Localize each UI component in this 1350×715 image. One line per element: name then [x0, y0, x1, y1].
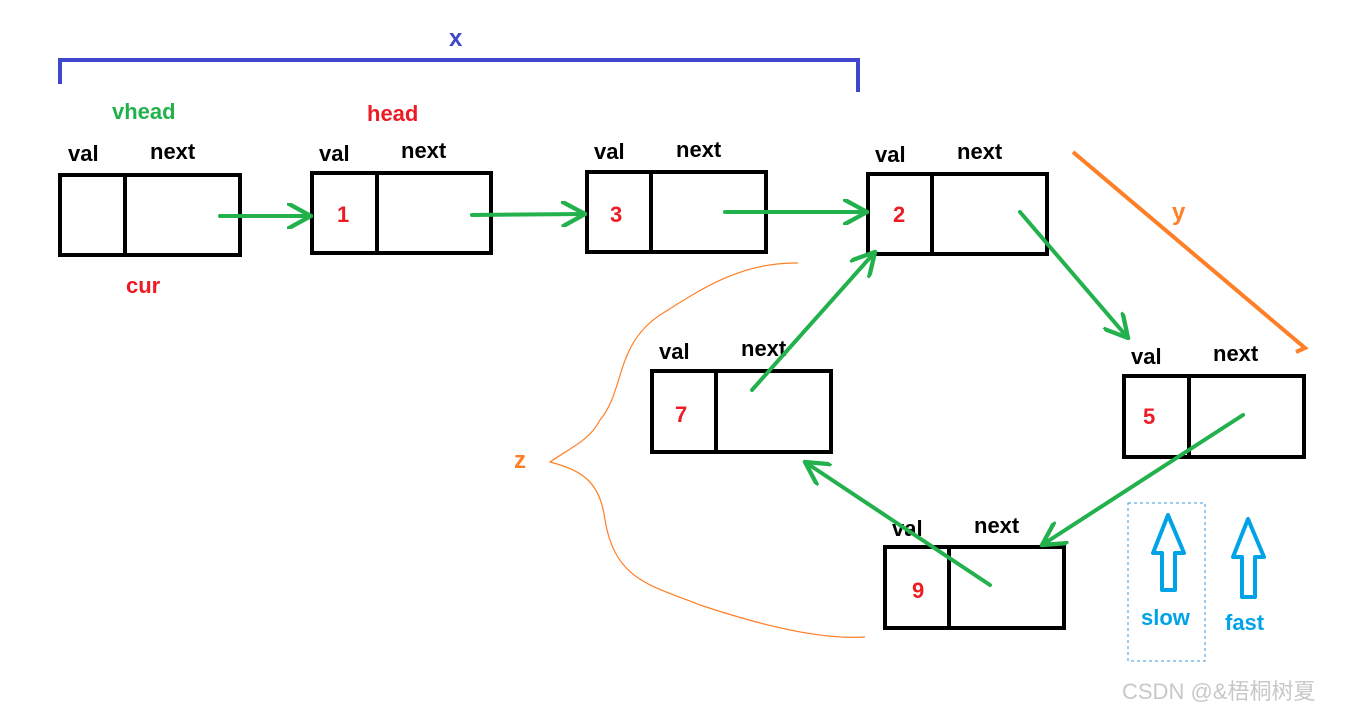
node-value: 2	[893, 202, 905, 227]
next-label: next	[1213, 341, 1259, 366]
node-5: val next 5	[1122, 341, 1306, 459]
next-label: next	[150, 139, 196, 164]
val-label: val	[319, 141, 350, 166]
slow-label: slow	[1141, 605, 1191, 630]
val-label: val	[1131, 344, 1162, 369]
next-label: next	[974, 513, 1020, 538]
node-2: val next 2	[866, 139, 1049, 256]
fast-label: fast	[1225, 610, 1265, 635]
z-label: z	[514, 447, 526, 474]
next-label: next	[957, 139, 1003, 164]
node-7: val next 7	[650, 336, 833, 454]
x-label: x	[449, 25, 463, 52]
node-head: val next 1	[310, 138, 493, 255]
slow-arrow-icon	[1151, 513, 1186, 592]
selection-box	[1127, 502, 1206, 662]
val-label: val	[659, 339, 690, 364]
vhead-label: vhead	[112, 99, 176, 124]
node-value: 3	[610, 202, 622, 227]
node-value: 7	[675, 402, 687, 427]
watermark: CSDN @&梧桐树夏	[1122, 679, 1315, 704]
node-9: val next 9	[883, 513, 1066, 630]
val-label: val	[594, 139, 625, 164]
node-value: 5	[1143, 404, 1155, 429]
cur-label: cur	[126, 273, 161, 298]
node-vhead: val next	[58, 139, 242, 257]
next-label: next	[676, 137, 722, 162]
node-value: 9	[912, 578, 924, 603]
fast-arrow-icon	[1231, 517, 1266, 599]
arrow-9-to-7	[805, 462, 992, 587]
head-label: head	[367, 101, 418, 126]
arrow-2-to-5	[1018, 210, 1128, 338]
y-line	[1071, 150, 1309, 354]
val-label: val	[68, 141, 99, 166]
node-value: 1	[337, 202, 349, 227]
node-3: val next 3	[585, 137, 768, 254]
val-label: val	[875, 142, 906, 167]
arrow-5-to-9	[1042, 413, 1245, 545]
next-label: next	[401, 138, 447, 163]
y-label: y	[1172, 199, 1186, 226]
linked-list-cycle-diagram: x y z vhead head cur val next val next 1…	[58, 25, 1315, 704]
arrow-head-to-3	[470, 214, 585, 215]
x-bracket	[58, 58, 860, 92]
